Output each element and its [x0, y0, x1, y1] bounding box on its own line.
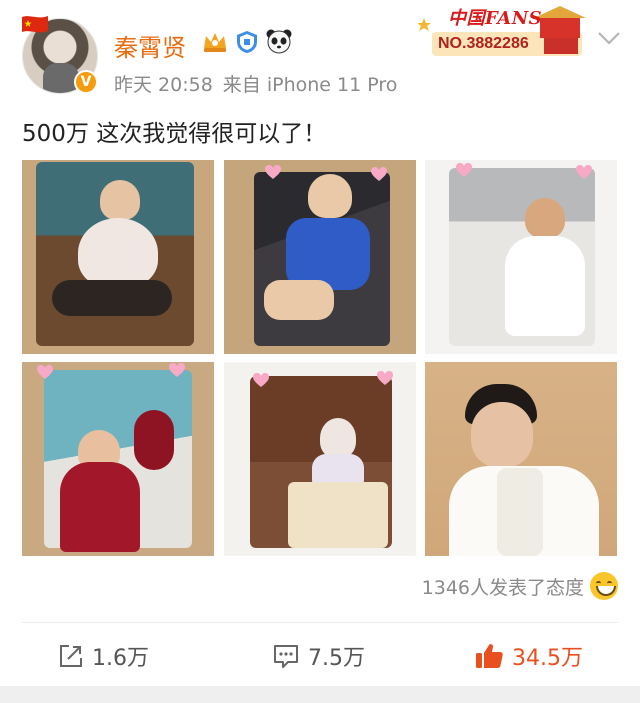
photo-3[interactable]	[425, 160, 617, 354]
post-header: V 秦霄贤 昨天 20:58 来自 iPhone 11 Pro 中国FANS NO…	[0, 0, 640, 110]
like-count: 34.5万	[512, 646, 583, 671]
heart-sticker-icon	[37, 365, 53, 379]
fans-banner[interactable]: 中国FANS NO.3882286	[418, 2, 594, 58]
photo-5[interactable]	[224, 362, 416, 556]
grin-emoji-icon	[590, 572, 618, 600]
post-text: 500万 这次我觉得很可以了！	[22, 121, 327, 147]
photo-1[interactable]	[22, 160, 214, 354]
china-flag-icon	[22, 16, 48, 33]
heart-sticker-icon	[576, 165, 592, 179]
username[interactable]: 秦霄贤	[114, 28, 186, 63]
comment-count: 7.5万	[308, 646, 365, 671]
action-bar: 1.6万 7.5万 34.5万	[0, 630, 640, 684]
post-meta: 昨天 20:58 来自 iPhone 11 Pro	[114, 70, 397, 97]
thumbs-up-icon	[476, 644, 503, 668]
shield-badge-icon[interactable]	[236, 30, 258, 54]
post-source[interactable]: 来自 iPhone 11 Pro	[223, 74, 398, 96]
crown-badge-icon[interactable]	[202, 30, 228, 54]
photo-grid	[22, 160, 618, 556]
verified-v-icon: V	[74, 70, 98, 94]
heart-sticker-icon	[371, 167, 387, 181]
like-button[interactable]: 34.5万	[474, 638, 583, 674]
photo-4[interactable]	[22, 362, 214, 556]
heart-sticker-icon	[265, 165, 281, 179]
heart-sticker-icon	[456, 163, 472, 177]
heart-sticker-icon	[169, 363, 185, 377]
comment-button[interactable]: 7.5万	[272, 638, 365, 674]
photo-6[interactable]	[425, 362, 617, 556]
fans-number: NO.3882286	[438, 35, 529, 52]
heart-sticker-icon	[253, 373, 269, 387]
share-button[interactable]: 1.6万	[58, 638, 149, 674]
heart-sticker-icon	[377, 371, 393, 385]
photo-2[interactable]	[224, 160, 416, 354]
reactions-text: 1346人发表了态度	[421, 576, 584, 599]
reactions-summary[interactable]: 1346人发表了态度	[422, 572, 618, 600]
share-icon	[60, 645, 82, 667]
fans-title: 中国FANS	[448, 8, 543, 29]
post-time: 昨天 20:58	[114, 74, 213, 96]
panda-badge-icon[interactable]	[266, 28, 292, 54]
comment-icon	[274, 645, 298, 668]
divider	[22, 622, 618, 623]
chevron-down-icon[interactable]	[596, 30, 622, 46]
feed-separator	[0, 686, 640, 703]
share-count: 1.6万	[92, 646, 149, 671]
avatar[interactable]: V	[22, 16, 98, 94]
